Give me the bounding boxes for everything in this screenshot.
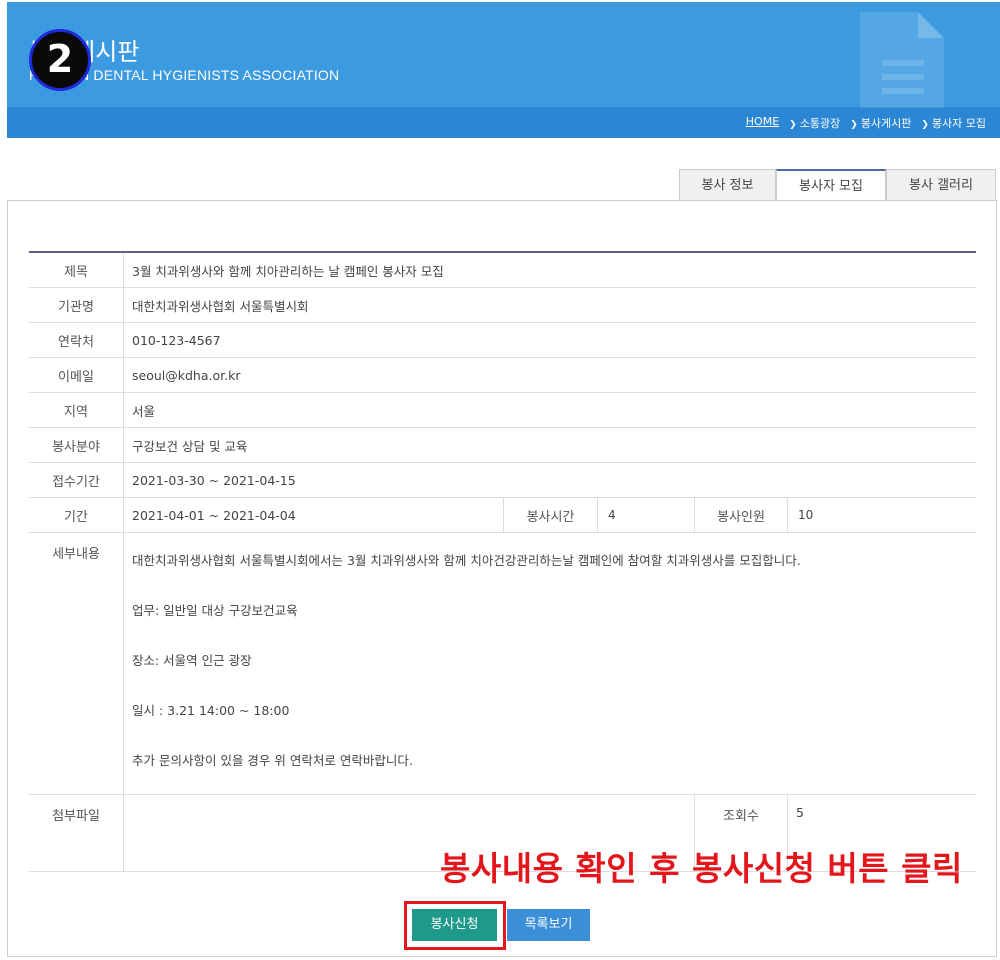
- breadcrumb-item-board[interactable]: 봉사게시판: [850, 115, 912, 131]
- detail-table: 제목 3월 치과위생사와 함께 치아관리하는 날 캠페인 봉사자 모집 기관명 …: [29, 251, 976, 872]
- contact-value: 010-123-4567: [132, 332, 221, 348]
- breadcrumb: HOME 소통광장 봉사게시판 봉사자 모집: [746, 115, 986, 131]
- breadcrumb-item-recruit[interactable]: 봉사자 모집: [921, 115, 986, 131]
- table-row: 연락처 010-123-4567: [29, 323, 976, 358]
- email-value: seoul@kdha.or.kr: [132, 367, 241, 383]
- content-line: 일시 : 3.21 14:00 ~ 18:00: [132, 703, 290, 718]
- tab-volunteer-info[interactable]: 봉사 정보: [679, 169, 776, 201]
- content-line: 업무: 일반일 대상 구강보건교육: [132, 603, 298, 618]
- table-row: 봉사분야 구강보건 상담 및 교육: [29, 428, 976, 463]
- step-number-badge: 2: [29, 29, 91, 91]
- hours-value: 4: [608, 508, 616, 522]
- table-row: 접수기간 2021-03-30 ~ 2021-04-15: [29, 463, 976, 498]
- people-label: 봉사인원: [694, 498, 788, 532]
- people-value: 10: [798, 508, 814, 522]
- tab-volunteer-gallery[interactable]: 봉사 갤러리: [886, 169, 996, 201]
- breadcrumb-home-link[interactable]: HOME: [746, 115, 779, 131]
- field-label: 봉사분야: [29, 428, 124, 462]
- attachment-label: 첨부파일: [29, 795, 124, 871]
- instruction-annotation: 봉사내용 확인 후 봉사신청 버튼 클릭: [440, 849, 963, 888]
- breadcrumb-item-community[interactable]: 소통광장: [789, 115, 840, 131]
- period-value: 2021-04-01 ~ 2021-04-04: [132, 507, 296, 523]
- table-row: 세부내용 대한치과위생사협회 서울특별시회에서는 3월 치과위생사와 함께 치아…: [29, 533, 976, 795]
- table-row: 이메일 seoul@kdha.or.kr: [29, 358, 976, 393]
- apply-period-label: 접수기간: [29, 463, 124, 497]
- tab-bar: 봉사 정보 봉사자 모집 봉사 갤러리: [679, 169, 996, 201]
- table-row: 제목 3월 치과위생사와 함께 치아관리하는 날 캠페인 봉사자 모집: [29, 253, 976, 288]
- region-value: 서울: [132, 403, 156, 419]
- content-line: 장소: 서울역 인근 광장: [132, 653, 252, 668]
- hours-label: 봉사시간: [503, 498, 598, 532]
- apply-volunteer-button[interactable]: 봉사신청: [412, 909, 497, 941]
- region-label: 지역: [29, 393, 124, 427]
- views-value: 5: [796, 805, 804, 820]
- apply-period-value: 2021-03-30 ~ 2021-04-15: [132, 472, 296, 488]
- table-row: 기관명 대한치과위생사협회 서울특별시회: [29, 288, 976, 323]
- table-row: 지역 서울: [29, 393, 976, 428]
- contact-label: 연락처: [29, 323, 124, 357]
- org-value: 대한치과위생사협회 서울특별시회: [132, 298, 309, 314]
- content-line: 추가 문의사항이 있을 경우 위 연락처로 연락바랍니다.: [132, 753, 413, 768]
- title-label: 제목: [29, 253, 124, 287]
- org-label: 기관명: [29, 288, 124, 322]
- tab-volunteer-recruit[interactable]: 봉사자 모집: [776, 169, 886, 201]
- title-value: 3월 치과위생사와 함께 치아관리하는 날 캠페인 봉사자 모집: [132, 263, 444, 279]
- period-label: 기간: [29, 498, 124, 532]
- content-line: 대한치과위생사협회 서울특별시회에서는 3월 치과위생사와 함께 치아건강관리하…: [132, 553, 801, 568]
- table-row: 기간 2021-04-01 ~ 2021-04-04 봉사시간 4 봉사인원 1…: [29, 498, 976, 533]
- header-banner: 봉사게시판 KOREAN DENTAL HYGIENISTS ASSOCIATI…: [7, 2, 1000, 138]
- email-label: 이메일: [29, 358, 124, 392]
- content-label: 세부내용: [29, 533, 124, 794]
- list-view-button[interactable]: 목록보기: [507, 909, 590, 941]
- content-body: 대한치과위생사협회 서울특별시회에서는 3월 치과위생사와 함께 치아건강관리하…: [132, 551, 801, 801]
- field-value: 구강보건 상담 및 교육: [132, 438, 248, 454]
- document-icon: [860, 12, 944, 108]
